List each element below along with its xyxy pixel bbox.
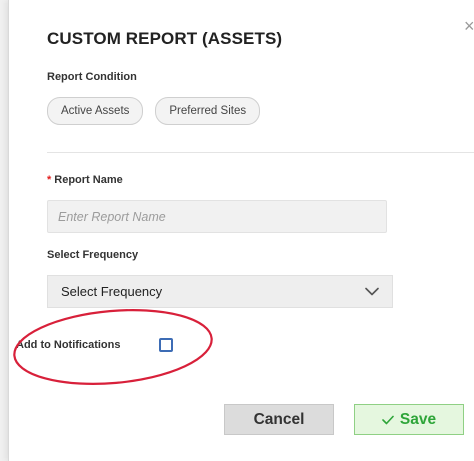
save-button-label: Save — [399, 410, 437, 428]
screen: × CUSTOM REPORT (ASSETS) Report Conditio… — [0, 0, 474, 461]
close-icon[interactable]: × — [464, 17, 474, 35]
cancel-button[interactable]: Cancel — [224, 404, 334, 435]
report-name-label: * Report Name — [47, 174, 123, 186]
custom-report-dialog: × CUSTOM REPORT (ASSETS) Report Conditio… — [8, 0, 474, 461]
report-name-label-text: Report Name — [54, 174, 123, 186]
report-condition-label: Report Condition — [47, 71, 137, 83]
save-button[interactable]: Save — [354, 404, 464, 435]
frequency-select[interactable]: Select Frequency — [47, 275, 393, 308]
select-frequency-label: Select Frequency — [47, 249, 139, 261]
required-marker: * — [47, 174, 52, 186]
report-condition-chips: Active Assets Preferred Sites — [47, 97, 261, 125]
dialog-title: CUSTOM REPORT (ASSETS) — [47, 29, 283, 48]
add-to-notifications-label: Add to Notifications — [16, 339, 121, 351]
chevron-down-icon — [365, 287, 379, 296]
chip-preferred-sites[interactable]: Preferred Sites — [155, 97, 261, 125]
frequency-select-value: Select Frequency — [61, 284, 163, 299]
add-to-notifications-checkbox[interactable] — [159, 338, 173, 352]
chip-active-assets[interactable]: Active Assets — [47, 97, 144, 125]
check-icon — [382, 415, 394, 424]
report-name-input[interactable] — [47, 200, 387, 233]
section-divider — [47, 152, 474, 153]
